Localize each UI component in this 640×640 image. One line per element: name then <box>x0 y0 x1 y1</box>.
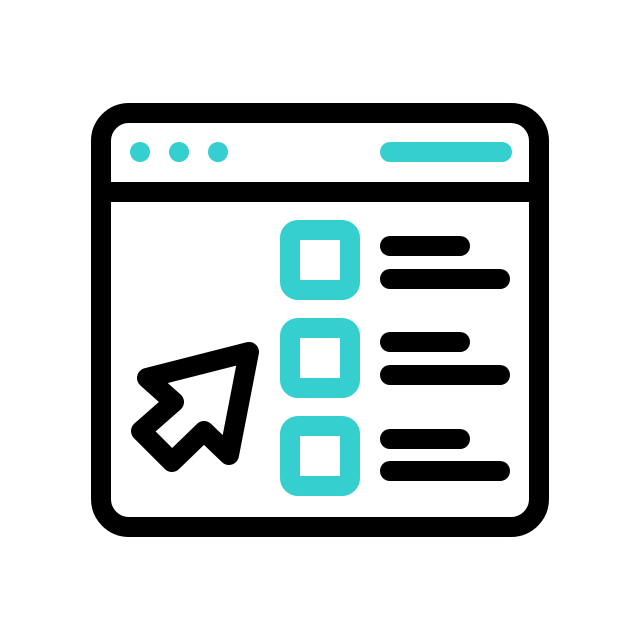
window-dot-icon <box>208 142 228 162</box>
checkbox-icon <box>280 220 360 300</box>
window-dot-icon <box>169 142 189 162</box>
checkbox-icon <box>280 416 360 496</box>
icon-canvas <box>0 0 640 640</box>
arrow-pointer-icon <box>131 342 259 472</box>
checkbox-icon <box>280 318 360 398</box>
window-dot-icon <box>130 142 150 162</box>
browser-checklist-cursor-icon <box>91 103 549 537</box>
